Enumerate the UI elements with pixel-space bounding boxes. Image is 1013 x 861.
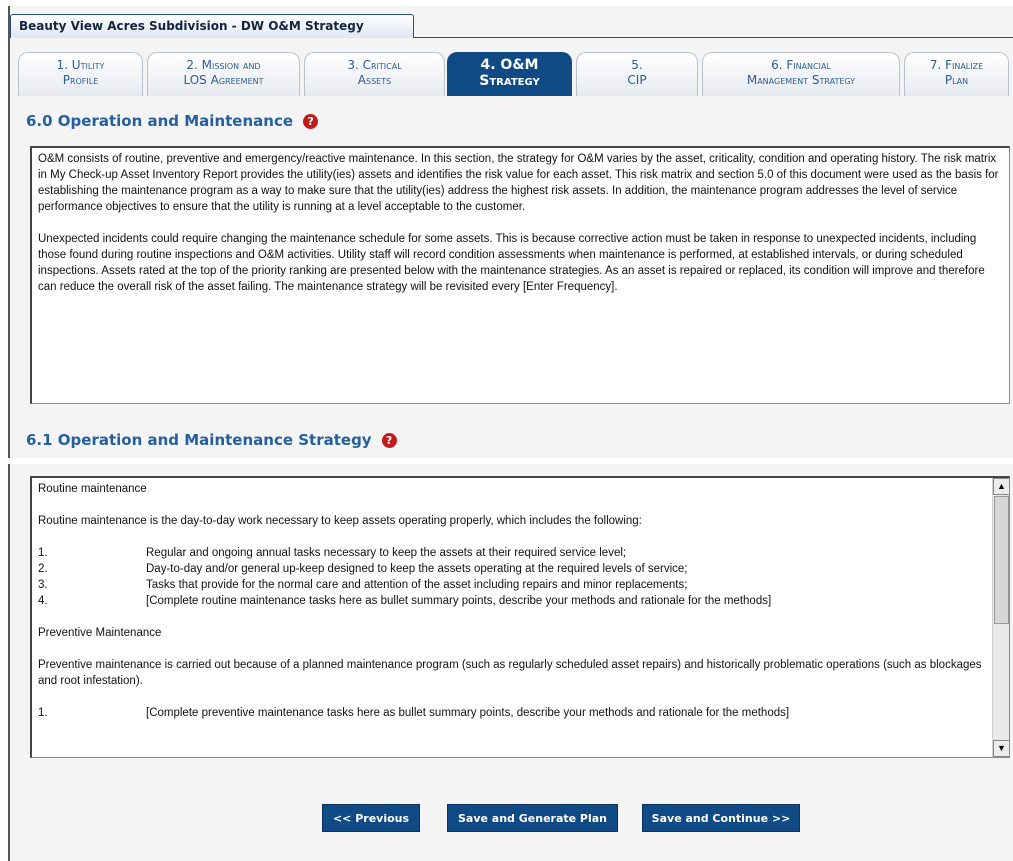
list-item: 4. [Complete routine maintenance tasks h… bbox=[38, 593, 985, 609]
list-text: Day-to-day and/or general up-keep design… bbox=[146, 563, 688, 575]
tab-utility-profile[interactable]: 1. Utility Profile bbox=[18, 52, 143, 96]
title-underline bbox=[414, 37, 1013, 38]
preventive-intro: Preventive maintenance is carried out be… bbox=[38, 659, 982, 687]
tab-label-line1: 2. Mission and bbox=[186, 58, 261, 72]
preventive-title: Preventive Maintenance bbox=[38, 627, 162, 639]
help-icon[interactable]: ? bbox=[303, 114, 319, 129]
app-frame: Beauty View Acres Subdivision - DW O&M S… bbox=[8, 6, 1013, 861]
list-number: 1. bbox=[38, 707, 48, 719]
tab-om-strategy[interactable]: 4. O&M Strategy bbox=[447, 52, 572, 96]
routine-intro: Routine maintenance is the day-to-day wo… bbox=[38, 515, 642, 527]
tab-label-line2: Strategy bbox=[479, 73, 540, 89]
previous-button[interactable]: << Previous bbox=[322, 804, 420, 832]
tab-cip[interactable]: 5. CIP bbox=[576, 52, 698, 96]
list-text: Regular and ongoing annual tasks necessa… bbox=[146, 547, 627, 559]
list-item: 1. [Complete preventive maintenance task… bbox=[38, 705, 985, 721]
routine-title: Routine maintenance bbox=[38, 483, 147, 495]
section-title: 6.0 Operation and Maintenance bbox=[26, 112, 294, 130]
tab-mission-los[interactable]: 2. Mission and LOS Agreement bbox=[147, 52, 300, 96]
list-item: 1. Regular and ongoing annual tasks nece… bbox=[38, 545, 985, 561]
tab-label-line1: 3. Critical bbox=[347, 58, 402, 72]
list-number: 2. bbox=[38, 563, 48, 575]
list-text: [Complete preventive maintenance tasks h… bbox=[146, 707, 790, 719]
save-generate-plan-button[interactable]: Save and Generate Plan bbox=[447, 804, 618, 832]
list-text: [Complete routine maintenance tasks here… bbox=[146, 595, 772, 607]
section-heading-om: 6.0 Operation and Maintenance? bbox=[26, 112, 319, 130]
list-number: 1. bbox=[38, 547, 48, 559]
list-item: 3. Tasks that provide for the normal car… bbox=[38, 577, 985, 593]
tab-label-line1: 5. bbox=[631, 58, 643, 72]
tab-label-line1: 7. Finalize bbox=[929, 58, 984, 72]
section-title: 6.1 Operation and Maintenance Strategy bbox=[26, 431, 372, 449]
divider bbox=[0, 458, 1013, 464]
tab-label-line2: Assets bbox=[357, 73, 392, 87]
tab-label-line1: 6. Financial bbox=[771, 58, 831, 72]
tab-label-line2: CIP bbox=[627, 73, 647, 87]
help-icon[interactable]: ? bbox=[381, 433, 397, 448]
tab-label-line2: LOS Agreement bbox=[183, 73, 264, 87]
list-number: 3. bbox=[38, 579, 48, 591]
tab-label-line2: Management Strategy bbox=[746, 73, 856, 87]
scroll-down-icon[interactable]: ▼ bbox=[993, 740, 1009, 757]
vertical-scrollbar[interactable]: ▲ ▼ bbox=[992, 478, 1009, 757]
section-heading-strategy: 6.1 Operation and Maintenance Strategy? bbox=[26, 431, 397, 449]
list-text: Tasks that provide for the normal care a… bbox=[146, 579, 688, 591]
om-strategy-textarea[interactable]: Routine maintenance Routine maintenance … bbox=[30, 476, 1010, 758]
tab-label-line2: Profile bbox=[62, 73, 99, 87]
scroll-up-icon[interactable]: ▲ bbox=[993, 478, 1009, 495]
tab-label-line2: Plan bbox=[944, 73, 969, 87]
window-title: Beauty View Acres Subdivision - DW O&M S… bbox=[10, 14, 414, 38]
scroll-thumb[interactable] bbox=[994, 496, 1009, 624]
list-item: 2. Day-to-day and/or general up-keep des… bbox=[38, 561, 985, 577]
save-continue-button[interactable]: Save and Continue >> bbox=[642, 804, 800, 832]
paragraph: O&M consists of routine, preventive and … bbox=[38, 153, 999, 213]
om-description-textarea[interactable]: O&M consists of routine, preventive and … bbox=[30, 146, 1010, 404]
tab-financial-management[interactable]: 6. Financial Management Strategy bbox=[702, 52, 900, 96]
tab-label-line1: 1. Utility bbox=[56, 58, 105, 72]
list-number: 4. bbox=[38, 595, 48, 607]
paragraph: Unexpected incidents could require chang… bbox=[38, 233, 985, 293]
tab-label-line1: 4. O&M bbox=[480, 57, 539, 73]
tab-critical-assets[interactable]: 3. Critical Assets bbox=[304, 52, 445, 96]
tab-finalize-plan[interactable]: 7. Finalize Plan bbox=[904, 52, 1009, 96]
